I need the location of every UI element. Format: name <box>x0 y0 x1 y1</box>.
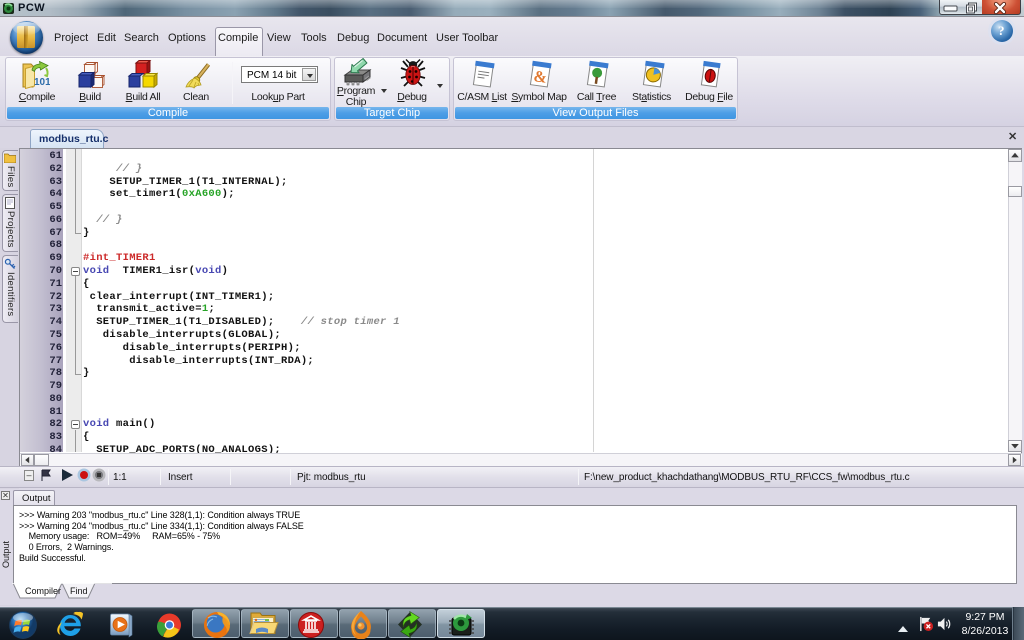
svg-text:&: & <box>532 68 548 87</box>
svg-text:101: 101 <box>34 77 50 88</box>
svg-text:Compiler: Compiler <box>25 586 61 596</box>
svg-text:Find: Find <box>70 586 88 596</box>
